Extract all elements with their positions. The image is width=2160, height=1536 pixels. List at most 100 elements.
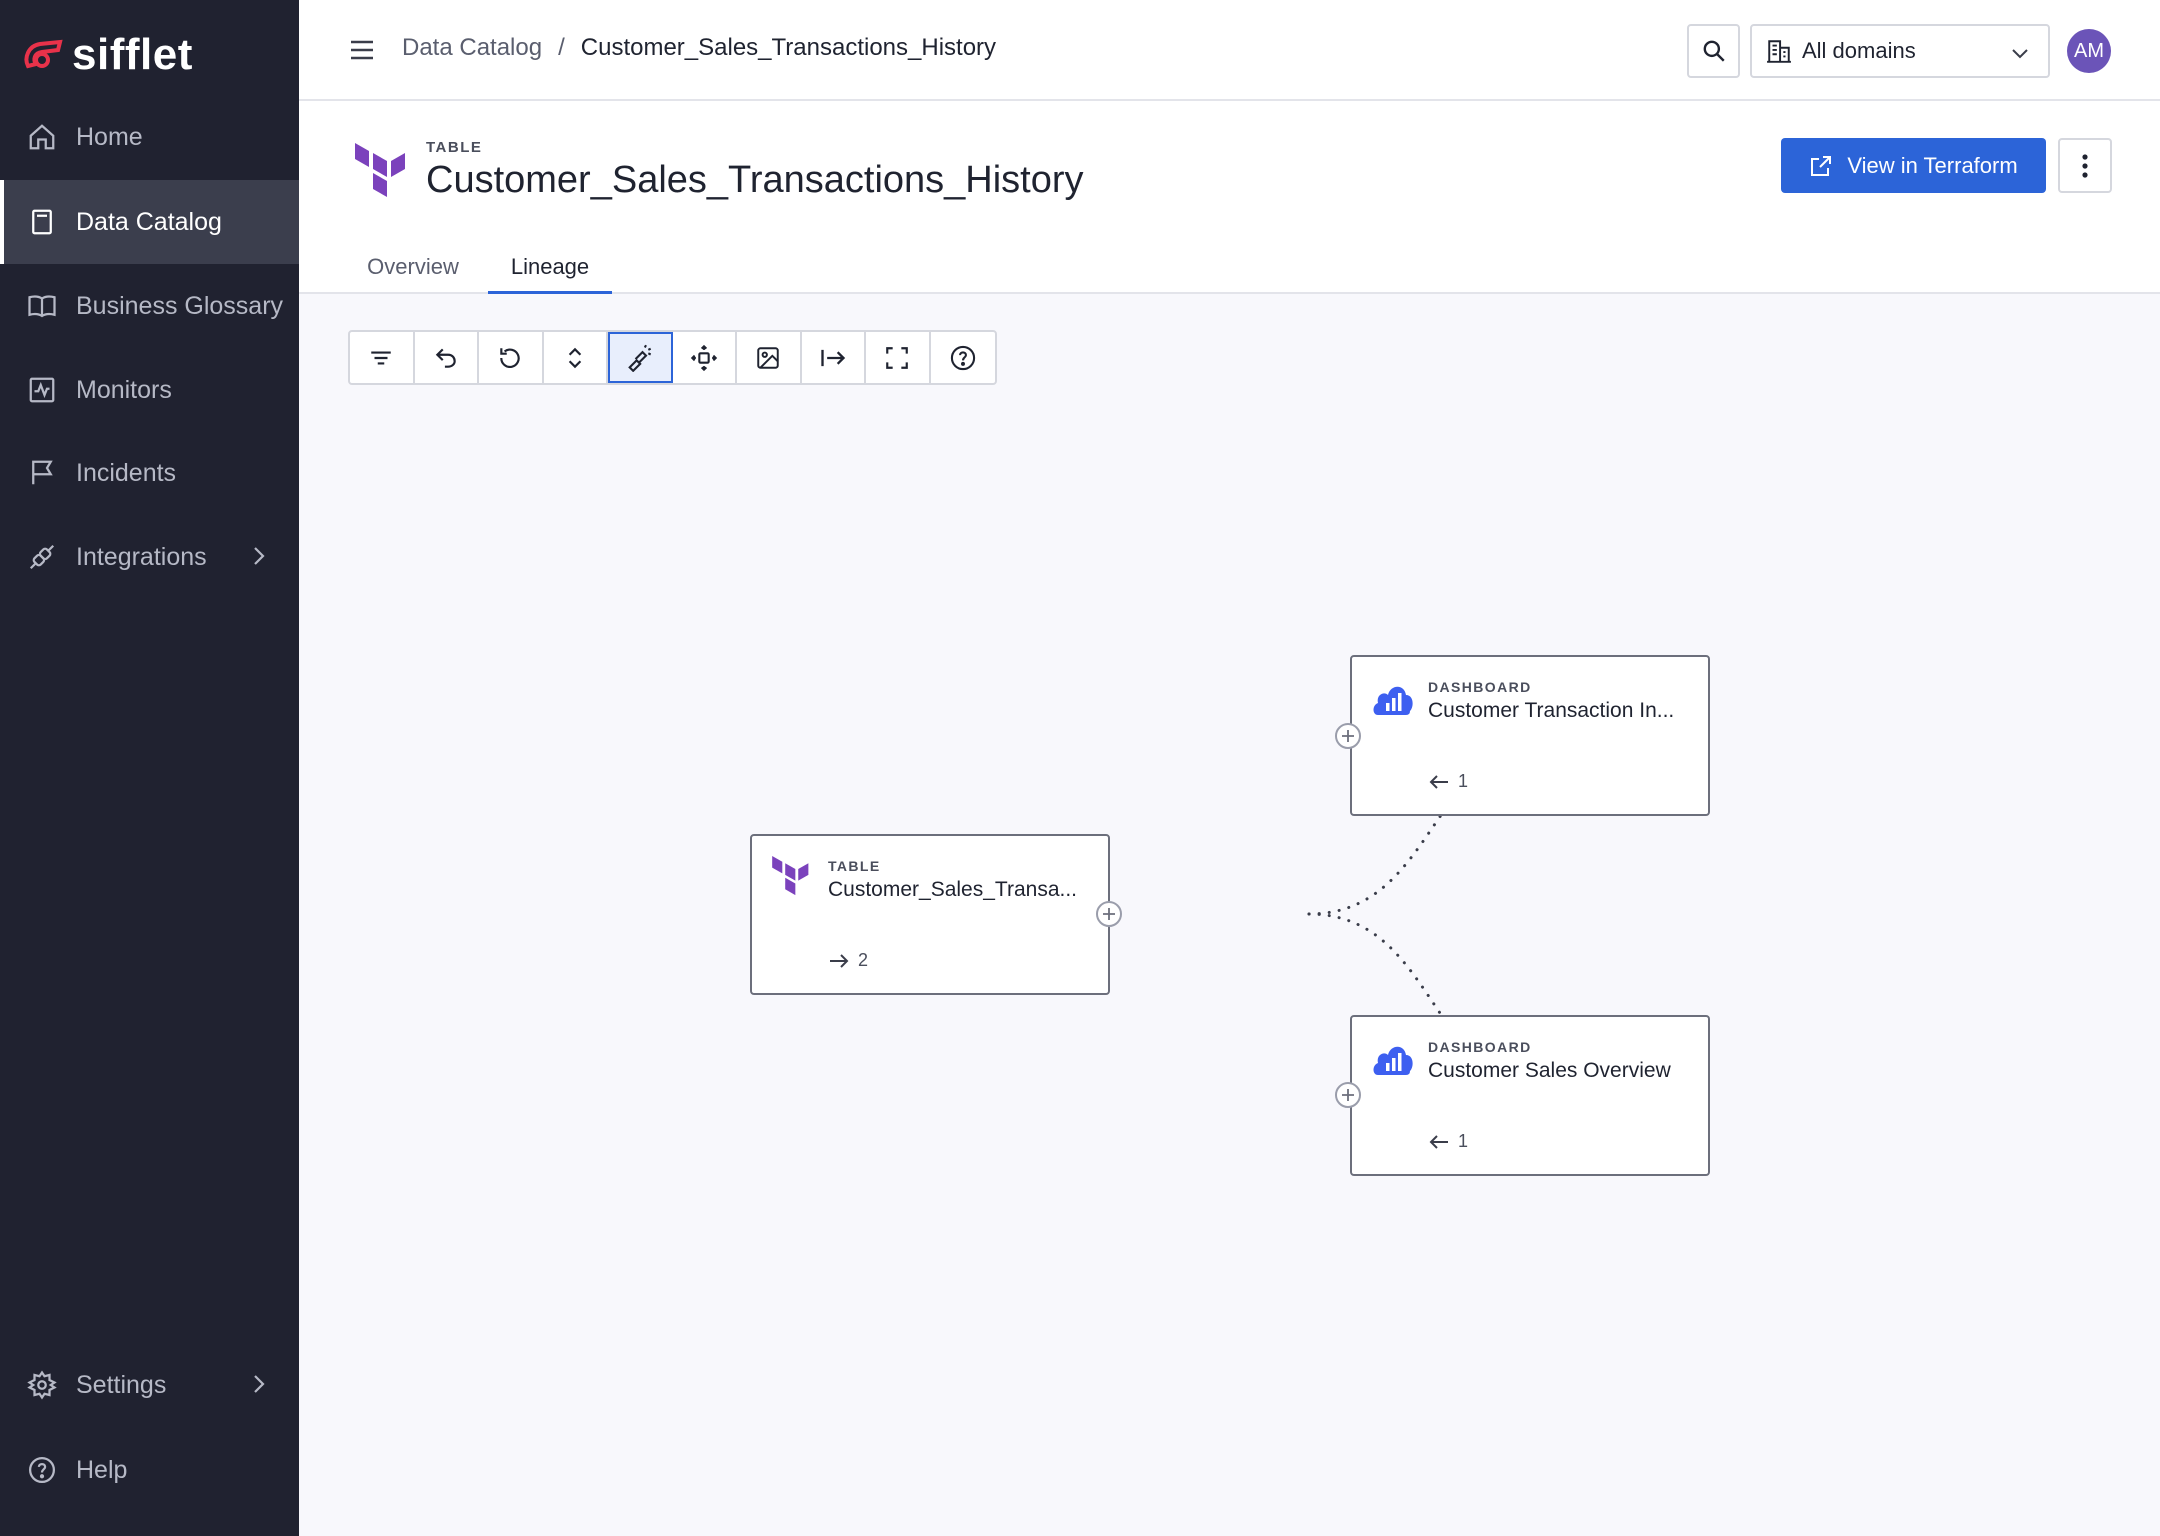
fullscreen-button[interactable] (866, 332, 931, 383)
more-vertical-icon (2082, 153, 2088, 178)
logo-text: sifflet (72, 30, 193, 79)
sidebar-item-integrations[interactable]: Integrations (0, 515, 299, 599)
expand-right-button[interactable] (802, 332, 866, 383)
plus-icon (1103, 908, 1115, 920)
sidebar-item-label: Monitors (76, 375, 172, 404)
sidebar-item-label: Business Glossary (76, 291, 284, 320)
filter-button[interactable] (350, 332, 415, 383)
search-button[interactable] (1687, 24, 1740, 78)
arrow-left-icon (1429, 774, 1448, 789)
breadcrumb: Data Catalog / Customer_Sales_Transactio… (402, 34, 996, 62)
page-title: Customer_Sales_Transactions_History (426, 159, 1084, 201)
sidebar-item-incidents[interactable]: Incidents (0, 431, 299, 515)
lineage-graph[interactable]: TABLE Customer_Sales_Transa... 2 DASHBOA… (299, 386, 2160, 1536)
highlight-icon (628, 344, 652, 372)
breadcrumb-separator: / (558, 34, 565, 61)
external-link-icon (1811, 155, 1832, 176)
upstream-count-value: 1 (1458, 1131, 1469, 1151)
expand-collapse-button[interactable] (544, 332, 608, 383)
sidebar-item-help[interactable]: Help (0, 1428, 299, 1512)
dashboard-icon (1372, 677, 1414, 722)
sifflet-logo[interactable]: sifflet (22, 30, 193, 80)
fullscreen-icon (886, 346, 909, 369)
arrow-right-icon (830, 953, 849, 968)
lineage-edges (1307, 734, 1563, 1097)
sidebar-item-settings[interactable]: Settings (0, 1343, 299, 1427)
arrow-left-icon (1429, 1134, 1448, 1149)
top-bar: Data Catalog / Customer_Sales_Transactio… (299, 0, 2160, 101)
terraform-icon (772, 856, 810, 903)
node-name: Customer Sales Overview (1428, 1059, 1671, 1082)
sidebar: sifflet Home Data Catalog Business Gloss… (0, 0, 299, 1536)
domain-select[interactable]: All domains (1750, 24, 2050, 78)
expand-upstream-handle[interactable] (1335, 723, 1361, 749)
downstream-count: 2 (828, 950, 868, 971)
expand-collapse-icon (568, 347, 581, 368)
help-icon (950, 345, 975, 370)
search-icon (1703, 40, 1725, 62)
help-button[interactable] (931, 332, 996, 383)
avatar[interactable]: AM (2067, 29, 2111, 73)
sidebar-item-data-catalog[interactable]: Data Catalog (0, 180, 299, 264)
node-type-label: TABLE (828, 858, 881, 874)
upstream-count-value: 1 (1458, 771, 1469, 791)
node-name: Customer_Sales_Transa... (828, 878, 1077, 901)
upstream-count: 1 (1428, 771, 1468, 792)
chevron-right-icon (249, 543, 269, 576)
undo-button[interactable] (415, 332, 479, 383)
upstream-count: 1 (1428, 1131, 1468, 1152)
sifflet-logo-icon (24, 39, 63, 69)
tab-overview[interactable]: Overview (343, 254, 483, 294)
sidebar-item-label: Integrations (76, 542, 207, 571)
expand-downstream-handle[interactable] (1096, 901, 1122, 927)
undo-icon (435, 348, 456, 368)
chevron-right-icon (249, 1371, 269, 1404)
node-type-label: DASHBOARD (1428, 1039, 1532, 1055)
filter-icon (371, 351, 391, 364)
domain-select-value: All domains (1802, 38, 1916, 63)
flag-icon (26, 457, 58, 489)
home-icon (26, 121, 58, 153)
downstream-count-value: 2 (858, 950, 869, 970)
lineage-node-source-table[interactable]: TABLE Customer_Sales_Transa... 2 (750, 834, 1110, 995)
expand-right-icon (821, 349, 845, 366)
more-options-button[interactable] (2058, 138, 2112, 193)
menu-icon[interactable] (348, 36, 376, 69)
reset-button[interactable] (479, 332, 544, 383)
sidebar-item-label: Help (76, 1455, 128, 1484)
sidebar-item-label: Data Catalog (76, 207, 222, 236)
activity-icon (26, 374, 58, 406)
breadcrumb-current: Customer_Sales_Transactions_History (580, 34, 997, 61)
sidebar-item-home[interactable]: Home (0, 95, 299, 179)
chevron-down-icon (2008, 41, 2032, 71)
image-export-icon (757, 346, 779, 369)
view-in-terraform-button[interactable]: View in Terraform (1781, 138, 2046, 193)
breadcrumb-link-data-catalog[interactable]: Data Catalog (402, 34, 542, 62)
open-book-icon (26, 290, 58, 322)
reset-icon (500, 347, 520, 368)
gear-icon (26, 1369, 58, 1401)
node-name: Customer Transaction In... (1428, 699, 1675, 722)
entity-type-label: TABLE (426, 139, 483, 156)
plus-icon (1342, 1089, 1354, 1101)
plus-icon (1342, 730, 1354, 742)
highlight-button[interactable] (608, 332, 673, 383)
lineage-toolbar (348, 330, 997, 385)
lineage-node-dashboard-customer-sales-overview[interactable]: DASHBOARD Customer Sales Overview 1 (1350, 1015, 1710, 1176)
building-icon (1767, 40, 1791, 63)
export-image-button[interactable] (737, 332, 802, 383)
sidebar-item-business-glossary[interactable]: Business Glossary (0, 264, 299, 348)
tab-lineage[interactable]: Lineage (488, 254, 612, 294)
plug-icon (26, 541, 58, 573)
sidebar-item-label: Incidents (76, 458, 177, 487)
expand-upstream-handle[interactable] (1335, 1082, 1361, 1108)
dashboard-icon (1372, 1037, 1414, 1082)
view-in-terraform-label: View in Terraform (1847, 152, 2018, 178)
sidebar-item-monitors[interactable]: Monitors (0, 348, 299, 432)
recenter-button[interactable] (673, 332, 737, 383)
sidebar-item-label: Settings (76, 1370, 167, 1399)
lineage-node-dashboard-customer-transaction[interactable]: DASHBOARD Customer Transaction In... 1 (1350, 655, 1710, 816)
entity-header: TABLE Customer_Sales_Transactions_Histor… (299, 101, 2160, 294)
help-icon (26, 1454, 58, 1486)
recenter-icon (690, 344, 717, 371)
